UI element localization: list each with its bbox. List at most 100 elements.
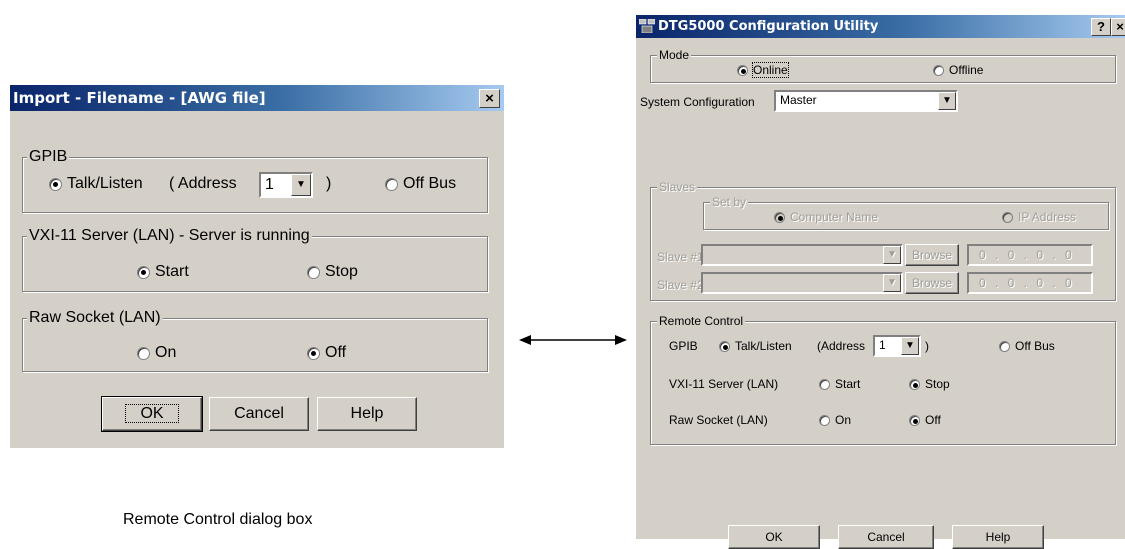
- radio-selected-icon: [719, 340, 730, 352]
- off-bus-label: Off Bus: [1015, 339, 1055, 353]
- slave1-label: Slave #1: [657, 250, 704, 264]
- set-by-group: Set by Computer Name IP Address: [703, 195, 1109, 230]
- close-button[interactable]: ×: [479, 89, 500, 108]
- ok-button[interactable]: OK: [101, 396, 203, 432]
- talk-listen-label: Talk/Listen: [67, 175, 143, 192]
- ip-address-radio[interactable]: IP Address: [1002, 210, 1076, 224]
- radio-selected-icon: [137, 265, 150, 279]
- slaves-group: Slaves Set by Computer Name IP Address S…: [650, 180, 1116, 301]
- online-label: Online: [752, 62, 789, 78]
- import-dialog: Import - Filename - [AWG file] × GPIB Ta…: [10, 85, 504, 448]
- system-config-select[interactable]: Master: [774, 90, 958, 112]
- raw-socket-legend: Raw Socket (LAN): [27, 309, 163, 327]
- radio-unselected-icon: [137, 346, 150, 360]
- help-button[interactable]: Help: [317, 397, 417, 431]
- address-close-paren: ): [326, 175, 332, 192]
- raw-on-radio[interactable]: On: [137, 344, 176, 362]
- address-select[interactable]: 1: [259, 172, 313, 198]
- vxi-stop-radio[interactable]: Stop: [909, 377, 950, 391]
- slave2-label: Slave #2: [657, 278, 704, 292]
- chevron-down-icon[interactable]: [901, 337, 919, 355]
- vxi-stop-radio[interactable]: Stop: [307, 263, 358, 281]
- window-title: DTG5000 Configuration Utility: [658, 19, 879, 34]
- dialog-title: Import - Filename - [AWG file]: [13, 89, 266, 107]
- radio-selected-icon: [49, 177, 62, 191]
- cancel-button[interactable]: Cancel: [838, 525, 934, 549]
- computer-name-label: Computer Name: [790, 210, 879, 224]
- remote-control-group: Remote Control GPIB Talk/Listen (Address…: [650, 314, 1116, 445]
- raw-on-label: On: [155, 344, 177, 361]
- double-arrow-icon: [519, 335, 627, 345]
- raw-on-label: On: [835, 413, 852, 427]
- chevron-down-icon[interactable]: [938, 92, 956, 110]
- set-by-legend: Set by: [710, 195, 749, 209]
- slave1-select[interactable]: [701, 244, 903, 266]
- ok-label: OK: [125, 404, 179, 423]
- address-label: (Address: [817, 339, 866, 353]
- raw-off-radio[interactable]: Off: [909, 413, 941, 427]
- off-bus-radio[interactable]: Off Bus: [385, 175, 456, 193]
- chevron-down-icon[interactable]: [883, 246, 901, 264]
- ip-address-label: IP Address: [1018, 210, 1076, 224]
- title-bar: DTG5000 Configuration Utility ? ×: [636, 15, 1125, 38]
- offline-label: Offline: [949, 63, 984, 77]
- close-button[interactable]: ×: [1111, 18, 1125, 36]
- off-bus-radio[interactable]: Off Bus: [999, 339, 1055, 353]
- talk-listen-label: Talk/Listen: [735, 339, 792, 353]
- radio-unselected-icon: [933, 64, 944, 76]
- address-value: 1: [879, 338, 886, 352]
- vxi-group: VXI-11 Server (LAN) - Server is running …: [22, 227, 488, 292]
- figure-caption: Remote Control dialog box: [123, 511, 313, 528]
- radio-selected-icon: [774, 211, 785, 223]
- vxi-stop-label: Stop: [925, 377, 950, 391]
- radio-selected-icon: [307, 346, 320, 360]
- address-close-paren: ): [925, 339, 929, 353]
- slave1-browse-button[interactable]: Browse: [905, 244, 959, 266]
- mode-legend: Mode: [657, 48, 692, 62]
- vxi-stop-label: Stop: [325, 263, 358, 280]
- mode-group: Mode Online Offline: [650, 48, 1116, 83]
- app-icon: [639, 19, 655, 33]
- raw-off-label: Off: [325, 344, 347, 361]
- system-config-label: System Configuration: [640, 95, 755, 109]
- chevron-down-icon[interactable]: [291, 174, 311, 196]
- chevron-down-icon[interactable]: [883, 274, 901, 292]
- gpib-group: GPIB Talk/Listen ( Address 1 ) Off Bus: [22, 148, 488, 213]
- radio-unselected-icon: [999, 340, 1010, 352]
- slave2-browse-button[interactable]: Browse: [905, 272, 959, 294]
- online-radio[interactable]: Online: [737, 62, 789, 78]
- radio-unselected-icon: [307, 265, 320, 279]
- computer-name-radio[interactable]: Computer Name: [774, 210, 878, 224]
- raw-socket-label: Raw Socket (LAN): [669, 413, 768, 427]
- slave2-select[interactable]: [701, 272, 903, 294]
- slave2-ip-field[interactable]: 0 . 0 . 0 . 0: [967, 272, 1093, 294]
- off-bus-label: Off Bus: [403, 175, 457, 192]
- talk-listen-radio[interactable]: Talk/Listen: [719, 339, 792, 353]
- raw-socket-group: Raw Socket (LAN) On Off: [22, 309, 488, 372]
- gpib-label: GPIB: [669, 339, 698, 353]
- raw-on-radio[interactable]: On: [819, 413, 851, 427]
- cancel-button[interactable]: Cancel: [209, 397, 309, 431]
- radio-selected-icon: [737, 64, 748, 76]
- vxi-start-label: Start: [835, 377, 861, 391]
- address-value: 1: [265, 176, 274, 193]
- vxi-label: VXI-11 Server (LAN): [669, 377, 779, 391]
- help-question-button[interactable]: ?: [1091, 18, 1111, 36]
- radio-unselected-icon: [1002, 211, 1013, 223]
- vxi-start-label: Start: [155, 263, 189, 280]
- help-button[interactable]: Help: [952, 525, 1044, 549]
- address-label: ( Address: [169, 175, 237, 192]
- offline-radio[interactable]: Offline: [933, 63, 983, 77]
- vxi-start-radio[interactable]: Start: [137, 263, 189, 281]
- raw-off-radio[interactable]: Off: [307, 344, 346, 362]
- slaves-legend: Slaves: [657, 180, 698, 194]
- remote-control-legend: Remote Control: [657, 314, 746, 328]
- vxi-legend: VXI-11 Server (LAN) - Server is running: [27, 227, 312, 245]
- vxi-start-radio[interactable]: Start: [819, 377, 860, 391]
- address-select[interactable]: 1: [873, 335, 921, 357]
- talk-listen-radio[interactable]: Talk/Listen: [49, 175, 143, 193]
- radio-selected-icon: [909, 414, 920, 426]
- system-config-value: Master: [780, 93, 817, 107]
- ok-button[interactable]: OK: [728, 525, 820, 549]
- slave1-ip-field[interactable]: 0 . 0 . 0 . 0: [967, 244, 1093, 266]
